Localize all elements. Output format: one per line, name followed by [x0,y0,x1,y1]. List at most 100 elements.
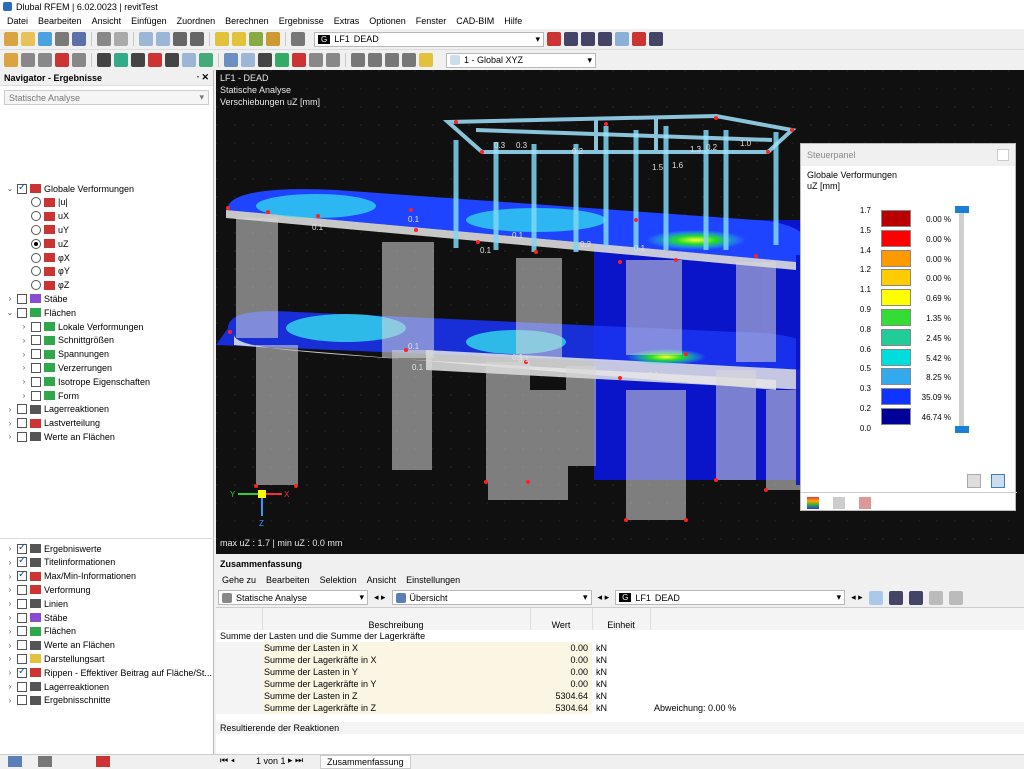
legend-edit-icon[interactable] [991,474,1005,488]
chevron-right-icon[interactable]: › [6,696,14,705]
table-row[interactable]: Summe der Lasten in Z 5304.64 kN [216,690,1024,702]
table-icon[interactable] [948,590,963,605]
display-option-item[interactable]: › Rippen - Effektiver Beitrag auf Fläche… [6,666,212,679]
navigator-item[interactable]: uY [20,223,69,236]
arrow-icon[interactable] [547,32,561,46]
rotate-icon[interactable] [114,53,128,67]
last-page-icon[interactable]: ▸ ⏭ [288,755,303,766]
navigator-item[interactable]: › Werte an Flächen [6,430,115,443]
load-case-select[interactable]: G LF1 DEAD ▾ [314,31,544,47]
navigator-checkbox[interactable] [31,321,41,332]
navigator-item[interactable]: › Lokale Verformungen [20,320,144,333]
diagram-icon[interactable] [292,53,306,67]
display-option-item[interactable]: › Titelinformationen [6,555,115,569]
select-icon[interactable] [4,53,18,67]
member-icon[interactable] [55,53,69,67]
summary-overview-select[interactable]: Übersicht ▾ [391,590,592,605]
display-option-checkbox[interactable] [17,598,27,609]
close-icon[interactable]: ᐧ ✕ [197,72,209,83]
support-icon[interactable] [908,590,923,605]
display-option-checkbox[interactable] [17,653,27,664]
chevron-right-icon[interactable]: › [6,572,14,581]
display-option-checkbox[interactable] [17,584,27,595]
navigator-checkbox[interactable] [31,335,41,346]
align-icon[interactable] [351,53,365,67]
close-icon[interactable] [997,149,1009,161]
surface-icon[interactable] [72,53,86,67]
display-option-checkbox[interactable] [17,666,27,678]
new-file-icon[interactable] [4,32,18,46]
filter-icon[interactable] [868,590,883,605]
display-option-checkbox[interactable] [17,640,27,651]
prev-arrow-icon[interactable]: ◂ ▸ [851,592,863,603]
navigator-item[interactable]: › Spannungen [20,348,109,361]
display-option-checkbox[interactable] [17,542,27,554]
display-option-item[interactable]: › Ergebnisschnitte [6,694,111,707]
menu-item[interactable]: Ergebnisse [274,16,329,26]
data-tab-icon[interactable] [8,756,22,767]
menu-item[interactable]: Ansicht [87,16,127,26]
display-option-item[interactable]: › Max/Min-Informationen [6,569,136,583]
legend-slider-track[interactable] [959,208,964,432]
legend-slider-top-handle[interactable] [955,206,969,213]
summary-analysis-select[interactable]: Statische Analyse ▾ [218,590,368,605]
navigator-radio[interactable] [31,252,41,263]
coordinate-system-select[interactable]: 1 - Global XYZ ▾ [446,52,596,68]
align2-icon[interactable] [368,53,382,67]
summary-load-case-select[interactable]: G LF1 DEAD ▾ [615,590,846,605]
cube-icon[interactable] [309,53,323,67]
eye-icon[interactable] [38,756,52,767]
chevron-right-icon[interactable]: › [6,599,14,608]
navigator-radio[interactable] [31,266,41,277]
legend-tab-colors-icon[interactable] [807,496,819,509]
node-icon[interactable] [21,53,35,67]
display-option-item[interactable]: › Stäbe [6,611,68,624]
legend-slider-bottom-handle[interactable] [955,426,969,433]
display-option-item[interactable]: › Werte an Flächen [6,639,115,652]
menu-item[interactable]: CAD-BIM [451,16,499,26]
navigator-item[interactable]: φY [20,265,70,278]
navigator-item[interactable]: › Form [20,389,79,402]
legend-tab-scale-icon[interactable] [833,496,845,509]
render-icon[interactable] [173,32,187,46]
navigator-checkbox[interactable] [31,349,41,360]
menu-item[interactable]: Optionen [364,16,411,26]
navigator-radio[interactable] [31,280,41,291]
load-display-icon[interactable] [615,32,629,46]
chevron-right-icon[interactable]: › [20,377,28,386]
frame-icon[interactable] [241,53,255,67]
chevron-right-icon[interactable]: › [6,405,14,414]
align4-icon[interactable] [402,53,416,67]
navigator-analysis-select[interactable]: Statische Analyse ▾ [4,90,209,105]
menu-item[interactable]: Datei [2,16,33,26]
table-row[interactable]: Summe der Lasten in Y 0.00 kN [216,666,1024,678]
filter-icon[interactable] [224,53,238,67]
menu-item[interactable]: Einfügen [126,16,172,26]
menu-item[interactable]: Extras [329,16,365,26]
navigator-checkbox[interactable] [17,182,27,194]
chevron-right-icon[interactable]: › [20,336,28,345]
navigator-radio[interactable] [31,224,41,235]
chevron-right-icon[interactable]: › [6,585,14,594]
display-option-item[interactable]: › Verformung [6,583,91,596]
mirror-icon[interactable] [131,53,145,67]
chevron-right-icon[interactable]: › [6,544,14,553]
navigator-item[interactable]: φX [20,251,70,264]
legend-settings-icon[interactable] [967,474,981,488]
navigator-item[interactable]: › Stäbe [6,292,68,305]
results-icon[interactable] [232,32,246,46]
navigator-checkbox[interactable] [17,431,27,442]
pencil-icon[interactable] [215,32,229,46]
chevron-down-icon[interactable]: ⌄ [6,308,14,317]
table-row[interactable]: Summe der Lasten in X 0.00 kN [216,642,1024,654]
iso-icon[interactable] [326,53,340,67]
section-icon[interactable] [258,53,272,67]
redo-icon[interactable] [114,32,128,46]
save-icon[interactable] [72,32,86,46]
xyz-icon[interactable] [888,590,903,605]
view-icon[interactable] [139,32,153,46]
navigator-item[interactable]: › Schnittgrößen [20,334,114,347]
snap-icon[interactable] [199,53,213,67]
chevron-right-icon[interactable]: › [6,294,14,303]
tab-summary[interactable]: Zusammenfassung [320,755,411,769]
